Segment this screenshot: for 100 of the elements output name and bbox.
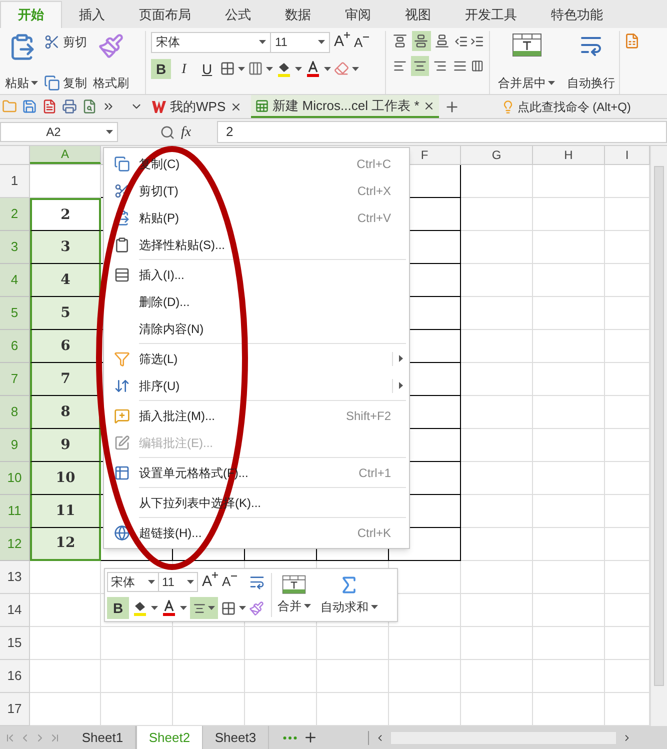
close-icon[interactable]: [423, 100, 436, 112]
menu-item[interactable]: 插入批注(M)... Shift+F2: [104, 402, 409, 429]
font-size-field[interactable]: 11: [158, 572, 198, 592]
font-color-icon: [161, 600, 177, 616]
ribbon-tab[interactable]: 开发工具: [448, 1, 534, 28]
paste-button[interactable]: 粘贴: [5, 31, 38, 94]
bold-button[interactable]: B: [151, 58, 171, 78]
vertical-scrollbar[interactable]: [650, 146, 667, 726]
grid-cell: [461, 198, 533, 231]
command-search-link[interactable]: 点此查找命令 (Alt+Q): [517, 98, 631, 116]
cell-style-icon[interactable]: [248, 61, 263, 76]
document-tab[interactable]: 新建 Micros...cel 工作表 *: [250, 95, 440, 118]
close-icon[interactable]: [230, 100, 242, 112]
format-painter-button[interactable]: 格式刷: [93, 31, 129, 94]
grid-cell: [245, 627, 317, 660]
print-preview-icon[interactable]: [82, 99, 97, 114]
column-header[interactable]: G: [461, 146, 533, 164]
row-header[interactable]: 14: [0, 594, 30, 627]
ribbon-tab[interactable]: 特色功能: [534, 1, 620, 28]
ribbon-tab[interactable]: 视图: [388, 1, 448, 28]
underline-button[interactable]: U: [197, 58, 217, 78]
wrap-text-icon[interactable]: [248, 574, 265, 590]
sheet-tab[interactable]: Sheet2: [136, 726, 203, 749]
ribbon-tab[interactable]: 公式: [208, 1, 268, 28]
sheet-tab[interactable]: Sheet3: [203, 726, 269, 749]
menu-item[interactable]: 筛选(L): [104, 345, 409, 372]
table-cell: 11: [30, 495, 101, 528]
copy-button[interactable]: 复制: [44, 74, 87, 92]
row-header[interactable]: 1: [0, 165, 30, 198]
menu-item[interactable]: 剪切(T) Ctrl+X: [104, 177, 409, 204]
grid-cell: [533, 231, 605, 264]
filter-icon: [114, 350, 130, 366]
pdf-icon[interactable]: [42, 99, 57, 114]
decrease-font-button[interactable]: A: [354, 32, 369, 52]
increase-font-button[interactable]: A: [202, 570, 218, 594]
paintbrush-icon: [98, 33, 124, 59]
font-name-field[interactable]: 宋体: [107, 572, 159, 592]
caret-icon: [187, 580, 194, 584]
borders-icon[interactable]: [221, 600, 236, 616]
font-name-field[interactable]: 宋体: [151, 32, 271, 53]
table-cell: 12: [30, 528, 101, 561]
menu-item[interactable]: 清除内容(N): [104, 315, 409, 342]
add-sheet-icon[interactable]: [303, 730, 318, 745]
caret-icon: [208, 606, 215, 610]
grid-cell: [173, 660, 245, 693]
caret-icon: [370, 605, 378, 609]
distribute-icon[interactable]: [471, 59, 484, 73]
grid-cell: [533, 627, 605, 660]
printer-icon[interactable]: [62, 99, 77, 114]
ribbon-tab[interactable]: 审阅: [328, 1, 388, 28]
document-tab[interactable]: 我的WPS: [148, 95, 246, 118]
paintbrush-icon[interactable]: [249, 600, 264, 616]
ribbon-tab[interactable]: 页面布局: [122, 1, 208, 28]
row-header[interactable]: 16: [0, 660, 30, 693]
grid-cell: [30, 660, 101, 693]
merge-button[interactable]: 合并: [278, 575, 311, 615]
italic-button[interactable]: I: [174, 58, 194, 78]
borders-icon[interactable]: [220, 61, 235, 76]
row-header[interactable]: 17: [0, 693, 30, 726]
increase-font-button[interactable]: A: [334, 31, 350, 54]
eraser-icon[interactable]: [334, 61, 349, 76]
function-label[interactable]: fx: [181, 122, 211, 142]
more-icon[interactable]: [102, 100, 115, 113]
formula-input[interactable]: 2: [217, 121, 667, 143]
font-size-field[interactable]: 11: [270, 32, 330, 53]
menu-item[interactable]: 超链接(H)... Ctrl+K: [104, 519, 409, 546]
wrap-text-button[interactable]: 自动换行: [563, 31, 620, 94]
menu-item[interactable]: 粘贴(P) Ctrl+V: [104, 204, 409, 231]
menu-item[interactable]: 插入(I)...: [104, 261, 409, 288]
row-header[interactable]: 13: [0, 561, 30, 594]
menu-item[interactable]: 选择性粘贴(S)...: [104, 231, 409, 258]
plus-icon: [212, 572, 218, 578]
bold-button[interactable]: B: [107, 597, 129, 620]
menu-item[interactable]: 删除(D)...: [104, 288, 409, 315]
cut-button[interactable]: 剪切: [44, 33, 87, 51]
number-format-icon[interactable]: [624, 33, 640, 49]
column-header[interactable]: H: [533, 146, 605, 164]
table-icon: [114, 464, 130, 480]
menu-item[interactable]: 排序(U): [104, 372, 409, 399]
minus-icon: [230, 573, 237, 580]
ribbon-tab[interactable]: 插入: [62, 1, 122, 28]
text-align-icon: [393, 59, 408, 73]
grid-cell: [389, 660, 461, 693]
horizontal-align-button[interactable]: [411, 56, 430, 76]
caret-icon: [352, 66, 359, 70]
grid-cell: [533, 594, 605, 627]
caret-icon: [266, 66, 273, 70]
autosum-button[interactable]: 自动求和: [320, 574, 378, 616]
zoom-search-icon[interactable]: [160, 124, 175, 140]
name-box[interactable]: A2: [0, 122, 118, 142]
ribbon-tab[interactable]: 数据: [268, 1, 328, 28]
caret-icon: [180, 606, 187, 610]
vertical-align-button[interactable]: [412, 31, 431, 51]
merge-center-button[interactable]: 合并居中: [490, 31, 563, 94]
grid-cell: [533, 429, 605, 462]
row-header[interactable]: 15: [0, 627, 30, 660]
caret-icon: [318, 40, 325, 44]
align-center-button[interactable]: [190, 597, 218, 620]
save-icon[interactable]: [22, 99, 37, 114]
decrease-font-button[interactable]: A: [222, 572, 237, 592]
